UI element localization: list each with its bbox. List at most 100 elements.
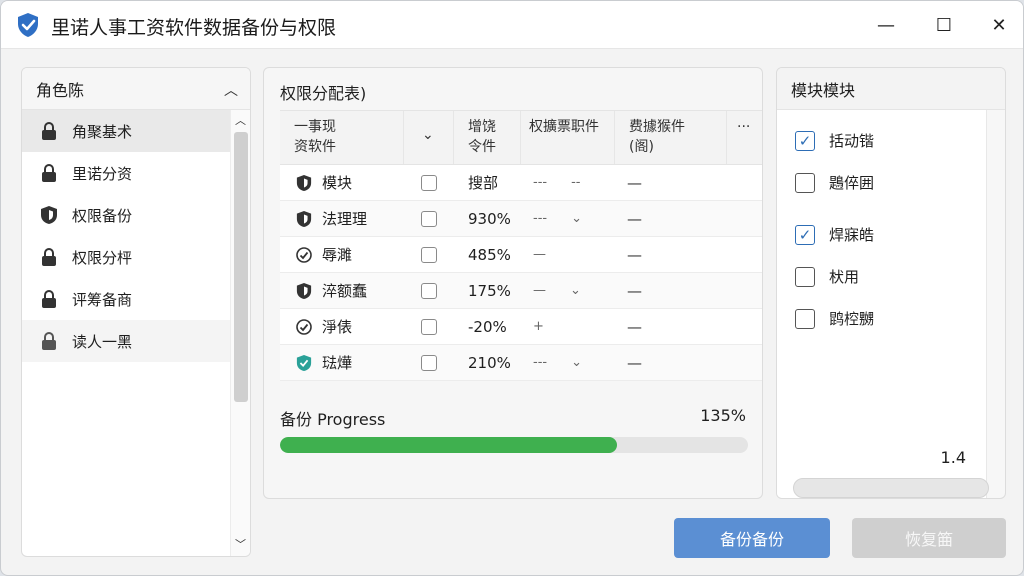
- row-permission: +: [533, 319, 544, 334]
- row-permission-cell[interactable]: --- --: [521, 175, 615, 190]
- role-list-scrollbar[interactable]: ︿ ﹀: [230, 110, 250, 556]
- check-circle-icon: [296, 318, 314, 336]
- row-permission-toggle[interactable]: ⌄: [571, 211, 582, 226]
- module-checkbox[interactable]: [795, 308, 815, 329]
- row-value: 930%: [468, 209, 511, 228]
- scroll-up-icon[interactable]: ︿: [235, 112, 246, 128]
- permission-table: 一事现 资软件 ⌄ 增饶 令件 权擴票职件 费據猴件 (阁) ··· 模块 搜部 -…: [280, 110, 762, 381]
- table-row[interactable]: 淨俵 -20% + —: [280, 309, 762, 345]
- role-label: 权限备份: [72, 206, 133, 225]
- close-button[interactable]: ✕: [976, 9, 1022, 41]
- row-checkbox[interactable]: [421, 318, 437, 335]
- row-permission: ---: [533, 355, 548, 370]
- row-checkbox[interactable]: [421, 246, 437, 263]
- role-label: 里诺分资: [72, 164, 133, 183]
- column-header[interactable]: 一事现 资软件: [280, 111, 404, 164]
- role-item[interactable]: 权限分枰: [22, 236, 230, 278]
- role-item[interactable]: 评筹备商: [22, 278, 230, 320]
- row-name-cell: 辱濉: [280, 244, 404, 265]
- chevron-down-icon[interactable]: ⌄: [404, 111, 454, 164]
- role-item[interactable]: 角聚基术: [22, 110, 230, 152]
- role-item[interactable]: 里诺分资: [22, 152, 230, 194]
- progress-label: 备份 Progress: [280, 410, 386, 429]
- role-panel-header[interactable]: 角色陈 ︿: [22, 68, 250, 110]
- column-header[interactable]: 增饶 令件: [454, 111, 521, 164]
- row-checkbox-cell[interactable]: [404, 174, 454, 191]
- row-fee-cell: —: [627, 245, 642, 264]
- column-header[interactable]: 权擴票职件: [521, 111, 615, 164]
- row-checkbox[interactable]: [421, 210, 437, 227]
- restore-button[interactable]: 恢复筁: [852, 518, 1006, 558]
- module-list: ✓ 括动锴鶗倅囲 ✓ 焊寐皓枤用鹍椌嬲 1.4: [777, 110, 989, 498]
- row-value: 485%: [468, 245, 511, 264]
- role-label: 权限分枰: [72, 248, 133, 267]
- progress-fill: [280, 437, 617, 453]
- column-header[interactable]: 费據猴件 (阁): [615, 111, 727, 164]
- row-name: 淬额蠢: [322, 282, 368, 300]
- row-permission-cell[interactable]: --- ⌄: [521, 211, 615, 226]
- table-row[interactable]: 琺燁 210% --- ⌄ —: [280, 345, 762, 381]
- module-item[interactable]: ✓ 焊寐皓: [795, 224, 874, 245]
- row-checkbox-cell[interactable]: [404, 246, 454, 263]
- scroll-down-icon[interactable]: ﹀: [235, 536, 246, 552]
- module-checkbox[interactable]: ✓: [795, 224, 815, 245]
- row-permission-cell[interactable]: — ⌄: [521, 283, 615, 298]
- shield-icon: [296, 210, 314, 228]
- row-checkbox[interactable]: [421, 354, 437, 371]
- row-checkbox-cell[interactable]: [404, 354, 454, 371]
- role-list: 角聚基术 里诺分资 权限备份 权限分枰 评筹备商 读人一黑: [22, 110, 230, 362]
- module-label: 焊寐皓: [829, 226, 875, 244]
- row-fee-cell: —: [627, 317, 642, 336]
- role-panel: 角色陈 ︿ 角聚基术 里诺分资 权限备份 权限分枰 评筹备商 读人一黑 ︿ ﹀: [21, 67, 251, 557]
- row-checkbox[interactable]: [421, 282, 437, 299]
- shield-check-icon: [296, 354, 314, 372]
- module-item[interactable]: 鹍椌嬲: [795, 308, 874, 329]
- row-permission-cell[interactable]: +: [521, 319, 615, 334]
- lock-icon: [38, 288, 60, 310]
- module-item[interactable]: ✓ 括动锴: [795, 130, 874, 151]
- role-label: 角聚基术: [72, 122, 133, 141]
- module-value: 1.4: [940, 448, 966, 467]
- table-row[interactable]: 淬额蠢 175% — ⌄ —: [280, 273, 762, 309]
- row-permission: —: [533, 283, 546, 298]
- row-name-cell: 淨俵: [280, 316, 404, 337]
- module-label: 括动锴: [829, 132, 875, 150]
- row-permission-toggle[interactable]: ⌄: [571, 355, 582, 370]
- module-panel-title: 模块模块: [777, 68, 1005, 110]
- module-label: 鶗倅囲: [829, 174, 875, 192]
- row-checkbox-cell[interactable]: [404, 210, 454, 227]
- module-item[interactable]: 鶗倅囲: [795, 172, 874, 193]
- scrollbar-thumb[interactable]: [234, 132, 248, 402]
- row-permission-toggle[interactable]: ⌄: [570, 283, 581, 298]
- window-title: 里诺人事工资软件数据备份与权限: [51, 17, 337, 39]
- row-checkbox-cell[interactable]: [404, 282, 454, 299]
- module-checkbox[interactable]: [795, 266, 815, 287]
- table-row[interactable]: 辱濉 485% — —: [280, 237, 762, 273]
- title-bar: 里诺人事工资软件数据备份与权限 — ☐ ✕: [1, 1, 1023, 49]
- row-value: -20%: [468, 317, 507, 336]
- backup-button[interactable]: 备份备份: [674, 518, 830, 558]
- module-item[interactable]: 枤用: [795, 266, 859, 287]
- maximize-button[interactable]: ☐: [921, 9, 967, 41]
- module-checkbox[interactable]: ✓: [795, 130, 815, 151]
- row-name: 琺燁: [322, 354, 353, 372]
- lock-icon: [38, 162, 60, 184]
- row-checkbox[interactable]: [421, 174, 437, 191]
- row-permission-cell[interactable]: —: [521, 247, 615, 262]
- row-permission: ---: [533, 175, 548, 190]
- table-row[interactable]: 法理理 930% --- ⌄ —: [280, 201, 762, 237]
- minimize-button[interactable]: —: [863, 9, 909, 41]
- row-permission-toggle[interactable]: --: [571, 175, 580, 190]
- table-row[interactable]: 模块 搜部 --- -- —: [280, 165, 762, 201]
- role-item[interactable]: 读人一黑: [22, 320, 230, 362]
- row-checkbox-cell[interactable]: [404, 318, 454, 335]
- role-item[interactable]: 权限备份: [22, 194, 230, 236]
- more-icon[interactable]: ···: [727, 111, 762, 164]
- module-slider-track[interactable]: [793, 478, 989, 498]
- check-circle-icon: [296, 246, 314, 264]
- module-checkbox[interactable]: [795, 172, 815, 193]
- module-label: 枤用: [829, 268, 860, 286]
- row-permission-cell[interactable]: --- ⌄: [521, 355, 615, 370]
- table-header: 一事现 资软件 ⌄ 增饶 令件 权擴票职件 费據猴件 (阁) ···: [280, 111, 762, 165]
- chevron-up-icon[interactable]: ︿: [224, 80, 238, 100]
